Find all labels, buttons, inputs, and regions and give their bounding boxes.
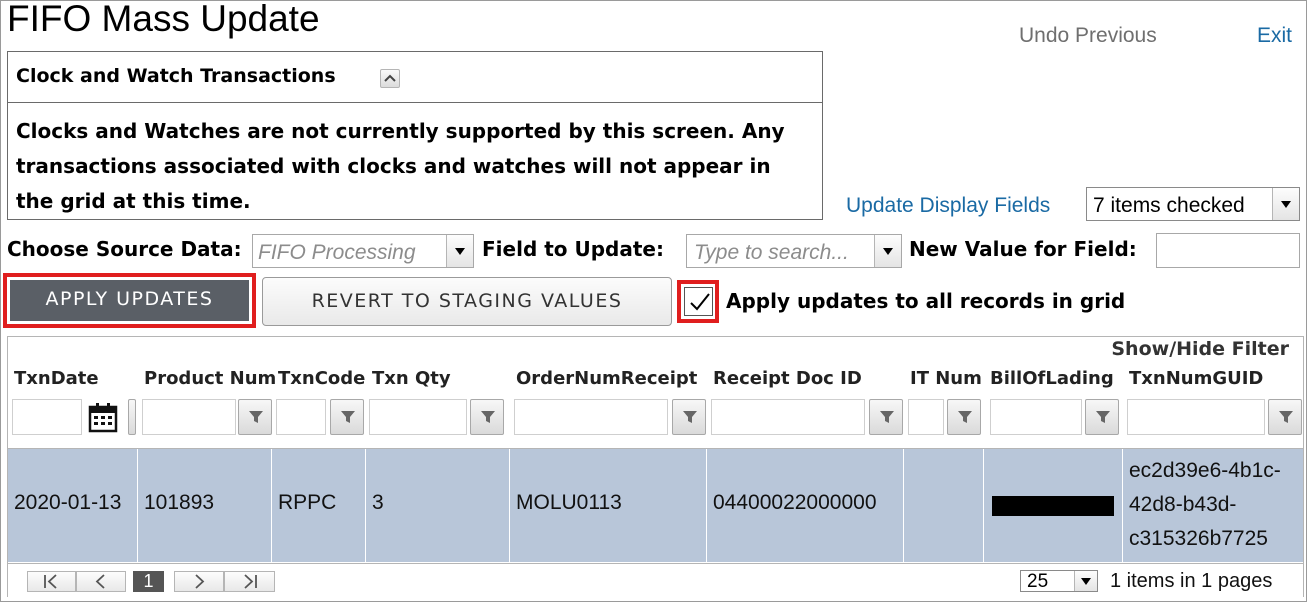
- cell-txncode: RPPC: [272, 449, 366, 562]
- revert-to-staging-button[interactable]: REVERT TO STAGING VALUES: [262, 277, 672, 326]
- grid-toolbar: Show/Hide Filter: [8, 337, 1303, 365]
- chevron-down-icon[interactable]: [874, 235, 901, 267]
- chevron-down-icon[interactable]: [446, 235, 473, 267]
- filter-input-it-num[interactable]: [908, 399, 944, 435]
- page-title: FIFO Mass Update: [7, 0, 320, 39]
- apply-all-label: Apply updates to all records in grid: [726, 289, 1126, 313]
- field-to-update-label: Field to Update:: [482, 237, 664, 261]
- notice-line: transactions associated with clocks and …: [16, 154, 771, 178]
- transactions-grid: Show/Hide Filter TxnDate Product Num Txn…: [7, 336, 1304, 597]
- notice-line: Clocks and Watches are not currently sup…: [16, 119, 785, 143]
- field-to-update-placeholder: Type to search...: [694, 241, 849, 264]
- current-page[interactable]: 1: [133, 571, 164, 592]
- column-header-it-num[interactable]: IT Num: [904, 365, 984, 448]
- redaction-bar: [992, 496, 1114, 516]
- filter-funnel-icon[interactable]: [470, 399, 504, 435]
- notice-panel-header: Clock and Watch Transactions: [8, 52, 822, 103]
- column-header-product-num[interactable]: Product Num: [138, 365, 276, 448]
- field-to-update-combobox[interactable]: Type to search...: [686, 234, 902, 268]
- notice-panel-title: Clock and Watch Transactions: [16, 65, 336, 87]
- column-header-txnnumguid[interactable]: TxnNumGUID: [1123, 365, 1303, 448]
- filter-input-product-num[interactable]: [142, 399, 236, 435]
- column-header-billoflading[interactable]: BillOfLading: [984, 365, 1123, 448]
- column-header-receipt-doc-id[interactable]: Receipt Doc ID: [707, 365, 904, 448]
- new-value-input[interactable]: [1156, 233, 1300, 268]
- pager-info: 1 items in 1 pages: [1110, 570, 1273, 592]
- apply-all-checkbox[interactable]: [684, 287, 713, 316]
- last-page-icon[interactable]: [224, 571, 275, 592]
- next-page-icon[interactable]: [174, 571, 224, 592]
- cell-receipt-doc-id: 04400022000000: [707, 449, 904, 562]
- display-fields-value: 7 items checked: [1093, 194, 1245, 217]
- chevron-down-icon[interactable]: [1272, 188, 1299, 220]
- filter-funnel-icon[interactable]: [238, 399, 272, 435]
- page-size-select[interactable]: 25: [1020, 570, 1098, 592]
- apply-updates-label: APPLY UPDATES: [10, 280, 249, 321]
- checkmark-icon: [690, 293, 710, 311]
- collapse-chevron-up-icon[interactable]: [380, 69, 400, 88]
- new-value-label: New Value for Field:: [909, 237, 1137, 261]
- cell-ordernumreceipt: MOLU0113: [510, 449, 707, 562]
- filter-funnel-icon[interactable]: [947, 399, 981, 435]
- filter-input-txnnumguid[interactable]: [1127, 399, 1265, 435]
- undo-previous-link[interactable]: Undo Previous: [1019, 24, 1157, 48]
- apply-all-checkbox-highlight: [677, 280, 719, 323]
- filter-funnel-icon[interactable]: [1085, 399, 1119, 435]
- cell-product-num: 101893: [138, 449, 272, 562]
- show-hide-filter-link[interactable]: Show/Hide Filter: [1111, 338, 1289, 360]
- filter-funnel-icon[interactable]: [672, 399, 706, 435]
- filter-funnel-icon[interactable]: [330, 399, 364, 435]
- first-page-icon[interactable]: [27, 571, 76, 592]
- table-row[interactable]: 2020-01-13 101893 RPPC 3 MOLU0113 044000…: [8, 449, 1303, 562]
- column-header-ordernumreceipt[interactable]: OrderNumReceipt: [510, 365, 707, 448]
- source-data-select[interactable]: FIFO Processing: [252, 234, 474, 268]
- grid-pager: 1 25 1 items in 1 pages: [8, 563, 1303, 597]
- column-header-txncode[interactable]: TxnCode: [272, 365, 366, 448]
- column-header-txn-qty[interactable]: Txn Qty: [366, 365, 510, 448]
- cell-txn-qty: 3: [366, 449, 510, 562]
- apply-updates-button[interactable]: APPLY UPDATES: [3, 273, 256, 328]
- filter-input-billoflading[interactable]: [990, 399, 1082, 435]
- update-display-fields-link[interactable]: Update Display Fields: [846, 194, 1050, 218]
- filter-input-ordernumreceipt[interactable]: [514, 399, 668, 435]
- filter-funnel-icon[interactable]: [869, 399, 903, 435]
- source-data-label: Choose Source Data:: [7, 237, 242, 261]
- notice-line: the grid at this time.: [16, 189, 251, 213]
- filter-input-txndate[interactable]: [12, 399, 82, 435]
- display-fields-select[interactable]: 7 items checked: [1086, 187, 1300, 221]
- column-header-txndate[interactable]: TxnDate: [8, 365, 138, 448]
- filter-funnel-icon[interactable]: [1268, 399, 1302, 435]
- cell-txnnumguid: ec2d39e6-4b1c- 42d8-b43d- c315326b7725: [1129, 459, 1281, 550]
- filter-input-receipt-doc-id[interactable]: [711, 399, 865, 435]
- grid-header: TxnDate Product Num TxnCode Txn Qty Orde…: [8, 365, 1303, 449]
- calendar-icon[interactable]: [88, 401, 118, 433]
- notice-panel-body: Clocks and Watches are not currently sup…: [16, 114, 816, 219]
- notice-panel: Clock and Watch Transactions Clocks and …: [7, 51, 823, 220]
- source-data-value: FIFO Processing: [258, 241, 416, 264]
- filter-input-txncode[interactable]: [276, 399, 326, 435]
- filter-input-txn-qty[interactable]: [369, 399, 467, 435]
- previous-page-icon[interactable]: [76, 571, 126, 592]
- cell-txndate: 2020-01-13: [8, 449, 138, 562]
- page-size-value: 25: [1027, 571, 1049, 592]
- cell-it-num: [904, 449, 984, 562]
- filter-button-txndate[interactable]: [128, 399, 136, 435]
- chevron-down-icon[interactable]: [1074, 571, 1097, 591]
- exit-link[interactable]: Exit: [1257, 24, 1292, 48]
- cell-billoflading: [984, 449, 1123, 562]
